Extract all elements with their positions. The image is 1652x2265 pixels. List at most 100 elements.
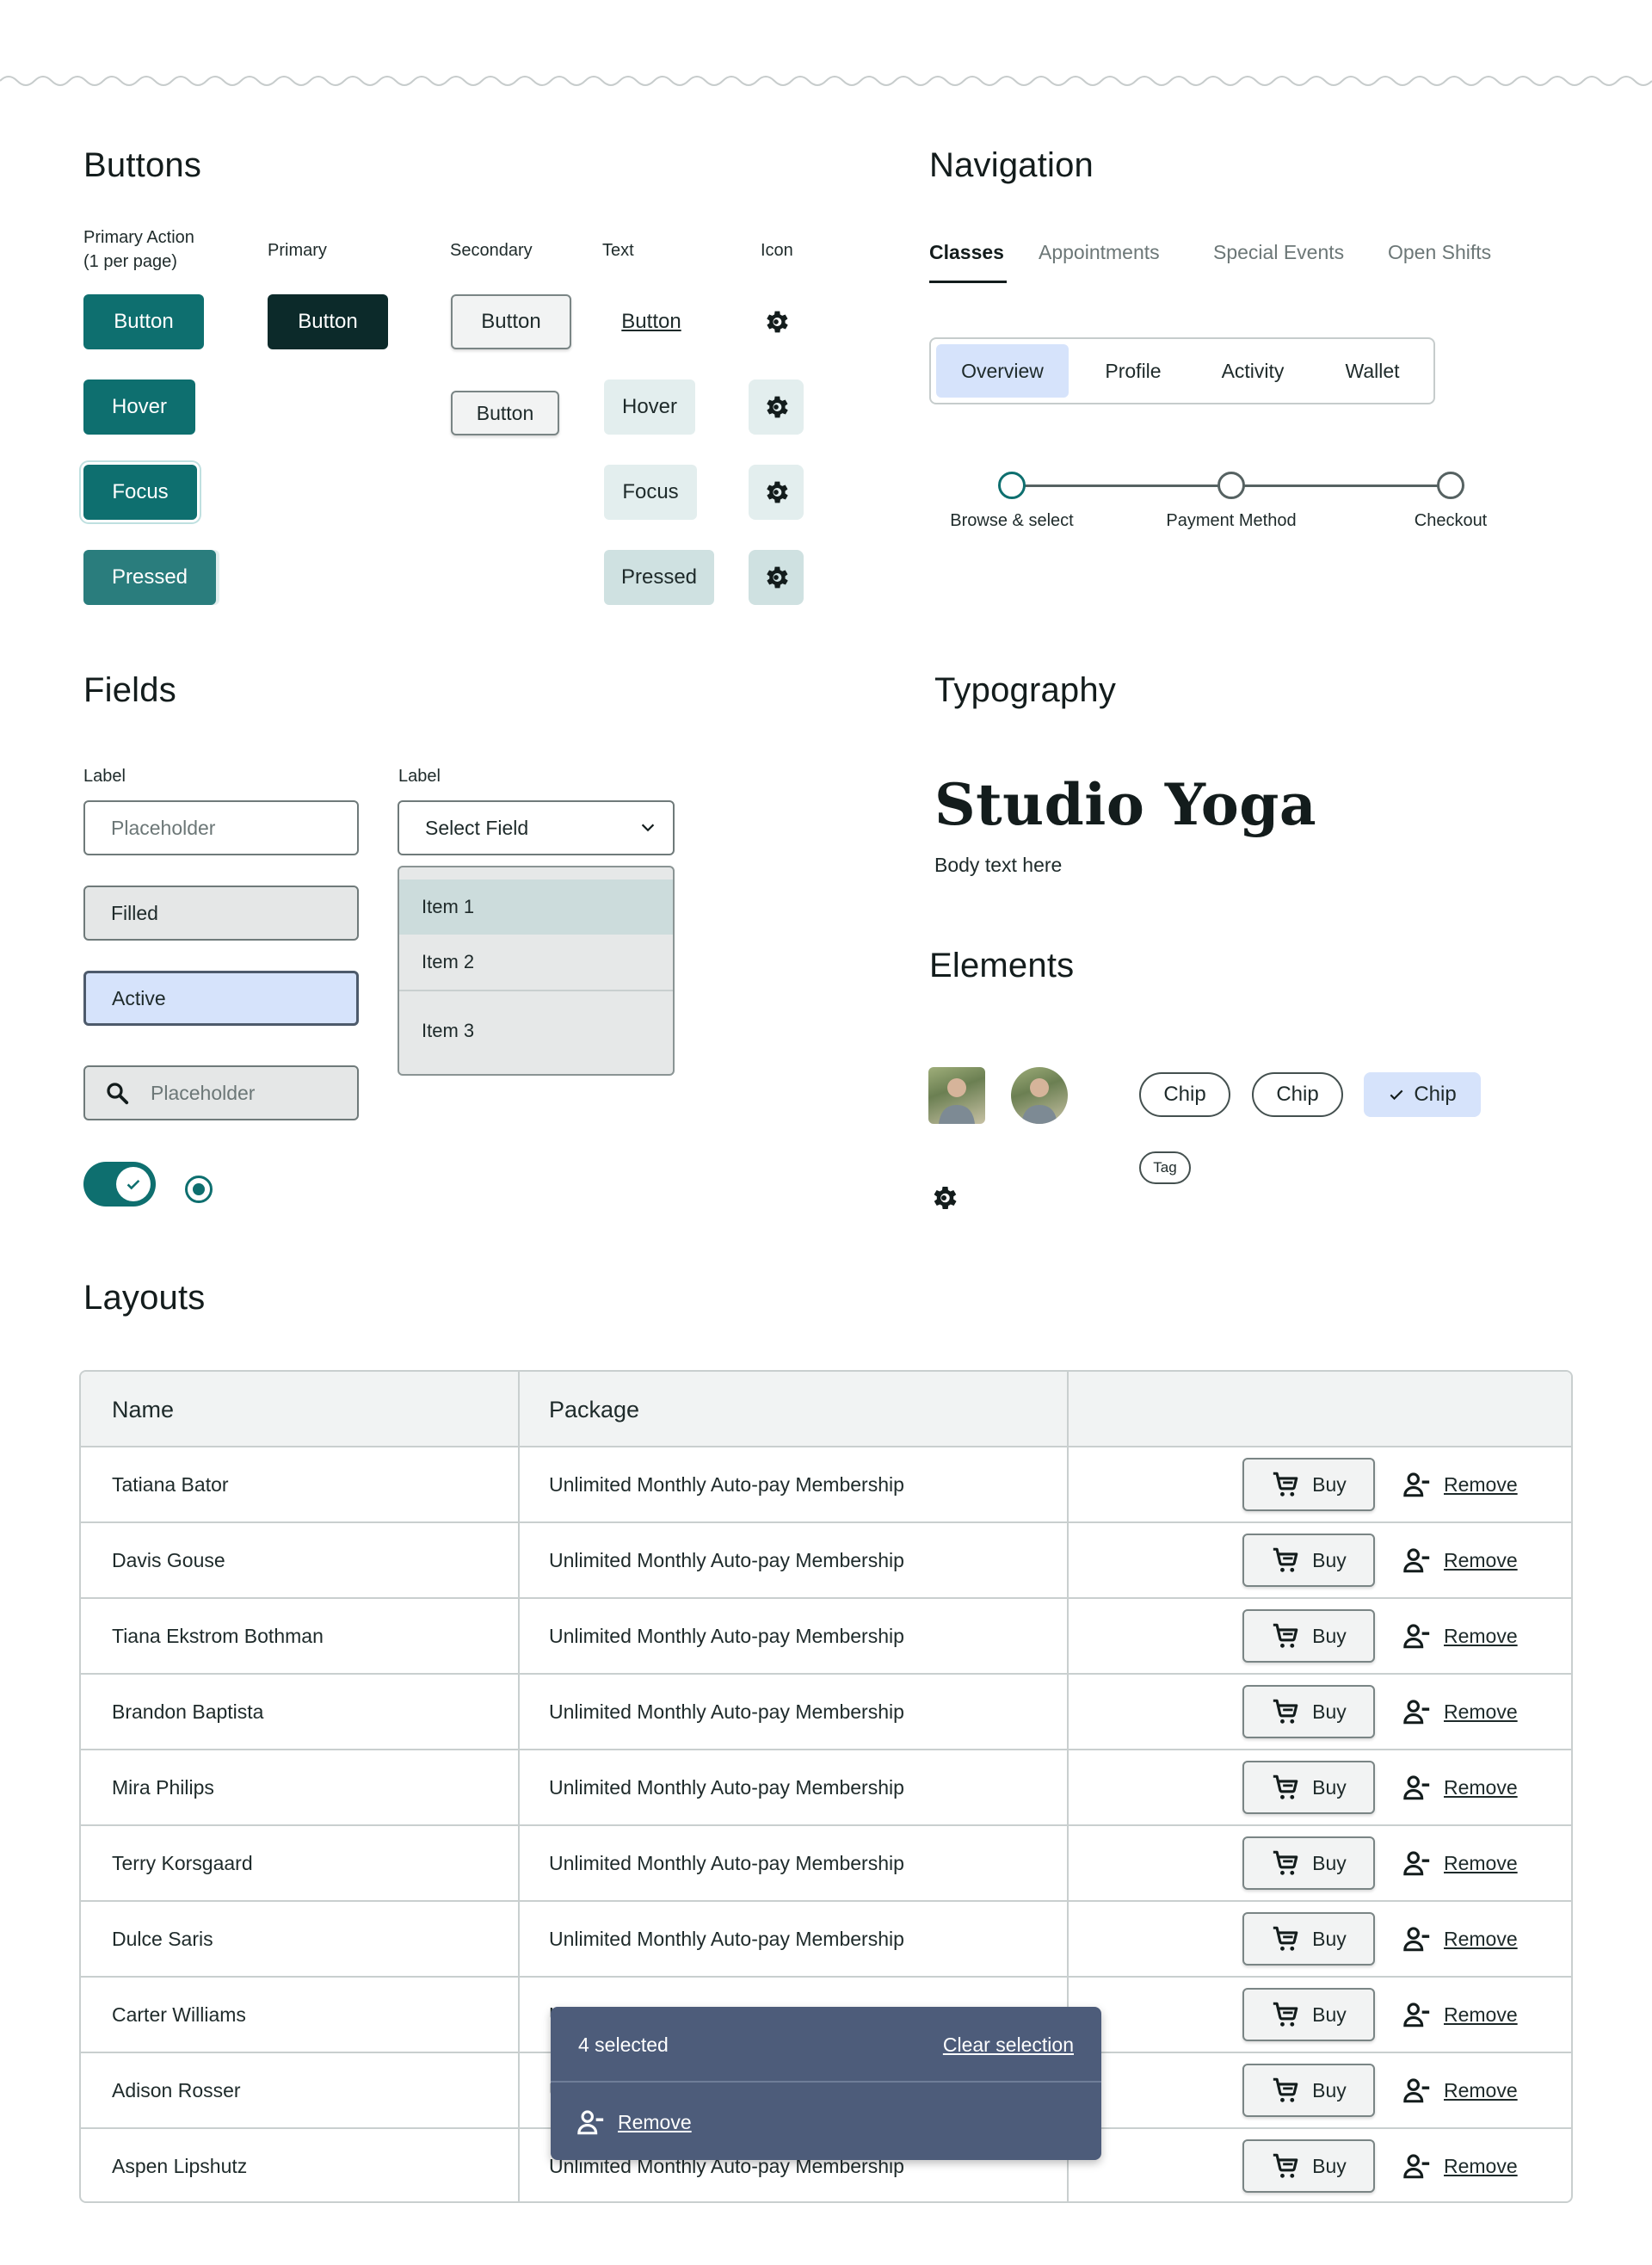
remove-link[interactable]: Remove	[1402, 1750, 1518, 1824]
remove-link[interactable]: Remove	[1402, 1523, 1518, 1597]
stepper-dot[interactable]	[1437, 472, 1464, 499]
segment-profile[interactable]: Profile	[1082, 344, 1184, 398]
buy-button[interactable]: Buy	[1242, 1988, 1375, 2041]
buy-label: Buy	[1312, 1548, 1347, 1571]
segment-activity[interactable]: Activity	[1198, 344, 1308, 398]
cart-icon	[1273, 2077, 1298, 2102]
chip-label: Chip	[1414, 1083, 1457, 1106]
table-row[interactable]: Terry Korsgaard Unlimited Monthly Auto-pa…	[81, 1826, 1571, 1902]
icon-button-focus[interactable]	[749, 465, 804, 520]
avatar-round	[1011, 1067, 1068, 1124]
table-row[interactable]: Brandon Baptista Unlimited Monthly Auto-p…	[81, 1675, 1571, 1750]
remove-link[interactable]: Remove	[1402, 1675, 1518, 1749]
tab-special-events[interactable]: Special Events	[1213, 241, 1344, 264]
remove-link[interactable]: Remove	[1402, 1978, 1518, 2052]
text-button-focus[interactable]: Focus	[604, 465, 697, 520]
primary-button[interactable]: Button	[268, 294, 388, 349]
buy-button[interactable]: Buy	[1242, 2139, 1375, 2193]
chip[interactable]: Chip	[1252, 1072, 1343, 1117]
dropdown-option[interactable]: Item 3	[399, 993, 673, 1069]
remove-label: Remove	[1444, 1548, 1518, 1571]
buy-button[interactable]: Buy	[1242, 2064, 1375, 2117]
primary-action-button-pressed[interactable]: Pressed	[83, 550, 216, 605]
cell-package: Unlimited Monthly Auto-pay Membership	[549, 1700, 904, 1723]
buy-button[interactable]: Buy	[1242, 1609, 1375, 1663]
primary-action-button-focus[interactable]: Focus	[83, 465, 197, 520]
cell-package: Unlimited Monthly Auto-pay Membership	[549, 1624, 904, 1647]
dropdown-option[interactable]: Item 2	[399, 935, 673, 991]
gear-icon[interactable]	[928, 1182, 959, 1213]
text-input-active[interactable]: Active	[83, 971, 359, 1026]
table-row[interactable]: Davis Gouse Unlimited Monthly Auto-pay Me…	[81, 1523, 1571, 1599]
remove-person-icon	[1403, 1548, 1430, 1573]
text-input-empty[interactable]: Placeholder	[83, 800, 359, 855]
column-header-package[interactable]: Package	[549, 1372, 639, 1447]
remove-link[interactable]: Remove	[1402, 1902, 1518, 1976]
radio-button[interactable]	[185, 1176, 213, 1203]
dropdown-option-highlighted[interactable]: Item 1	[399, 879, 673, 935]
clear-selection-link[interactable]: Clear selection	[943, 2007, 1074, 2083]
remove-person-icon	[1403, 1927, 1430, 1952]
select-label: Label	[398, 767, 441, 786]
bulk-remove-button[interactable]: Remove	[576, 2084, 692, 2160]
cell-name: Davis Gouse	[112, 1548, 225, 1571]
buy-button[interactable]: Buy	[1242, 1685, 1375, 1738]
stepper-dot-current[interactable]	[998, 472, 1026, 499]
buy-button[interactable]: Buy	[1242, 1836, 1375, 1890]
search-input[interactable]: Placeholder	[83, 1065, 359, 1120]
table-row[interactable]: Tiana Ekstrom Bothman Unlimited Monthly A…	[81, 1599, 1571, 1675]
table-row[interactable]: Mira Philips Unlimited Monthly Auto-pay M…	[81, 1750, 1571, 1826]
primary-action-button-hover[interactable]: Hover	[83, 380, 195, 435]
tab-appointments[interactable]: Appointments	[1039, 241, 1160, 264]
text-button[interactable]: Button	[604, 294, 699, 349]
primary-action-button[interactable]: Button	[83, 294, 204, 349]
cell-package: Unlimited Monthly Auto-pay Membership	[549, 1851, 904, 1874]
stepper-label-browse: Browse & select	[950, 511, 1074, 530]
remove-link[interactable]: Remove	[1402, 2129, 1518, 2201]
segment-overview[interactable]: Overview	[936, 344, 1069, 398]
avatar-photo	[939, 1078, 975, 1124]
chip[interactable]: Chip	[1139, 1072, 1230, 1117]
secondary-button-small[interactable]: Button	[451, 391, 559, 435]
table-row[interactable]: Tatiana Bator Unlimited Monthly Auto-pay …	[81, 1447, 1571, 1523]
remove-person-icon	[577, 2110, 604, 2135]
stepper-label-payment: Payment Method	[1166, 511, 1297, 530]
tab-open-shifts[interactable]: Open Shifts	[1388, 241, 1491, 264]
remove-link[interactable]: Remove	[1402, 1447, 1518, 1521]
display-heading: Studio Yoga	[934, 771, 1317, 838]
gear-icon	[767, 396, 788, 418]
select-field[interactable]: Select Field	[398, 800, 675, 855]
section-title-fields: Fields	[83, 671, 176, 709]
segment-wallet[interactable]: Wallet	[1322, 344, 1423, 398]
icon-button-pressed[interactable]	[749, 550, 804, 605]
toggle-switch[interactable]	[83, 1162, 156, 1207]
text-button-hover[interactable]: Hover	[604, 380, 695, 435]
icon-button-hover[interactable]	[749, 380, 804, 435]
buy-label: Buy	[1312, 2003, 1347, 2026]
text-button-pressed[interactable]: Pressed	[604, 550, 714, 605]
text-input-filled[interactable]: Filled	[83, 886, 359, 941]
column-label-icon: Icon	[761, 241, 793, 260]
remove-link[interactable]: Remove	[1402, 1826, 1518, 1900]
buy-button[interactable]: Buy	[1242, 1912, 1375, 1966]
buy-button[interactable]: Buy	[1242, 1761, 1375, 1814]
stepper-connector	[1024, 484, 1218, 487]
remove-link[interactable]: Remove	[1402, 2053, 1518, 2127]
column-header-name[interactable]: Name	[112, 1372, 174, 1447]
chip-selected[interactable]: Chip	[1364, 1072, 1481, 1117]
table-row[interactable]: Dulce Saris Unlimited Monthly Auto-pay Me…	[81, 1902, 1571, 1978]
cart-icon	[1273, 1547, 1298, 1572]
stepper-dot[interactable]	[1217, 472, 1245, 499]
buy-label: Buy	[1312, 1624, 1347, 1647]
cart-icon	[1273, 1850, 1298, 1875]
column-label-primary-action: Primary Action (1 per page)	[83, 225, 194, 274]
secondary-button[interactable]: Button	[451, 294, 571, 349]
icon-button[interactable]	[749, 294, 804, 349]
remove-link[interactable]: Remove	[1402, 1599, 1518, 1673]
buy-button[interactable]: Buy	[1242, 1458, 1375, 1511]
tab-classes[interactable]: Classes	[929, 241, 1004, 264]
cell-name: Tiana Ekstrom Bothman	[112, 1624, 324, 1647]
buy-button[interactable]: Buy	[1242, 1534, 1375, 1587]
cell-name: Brandon Baptista	[112, 1700, 264, 1723]
column-label-primary-action-line1: Primary Action	[83, 228, 194, 247]
